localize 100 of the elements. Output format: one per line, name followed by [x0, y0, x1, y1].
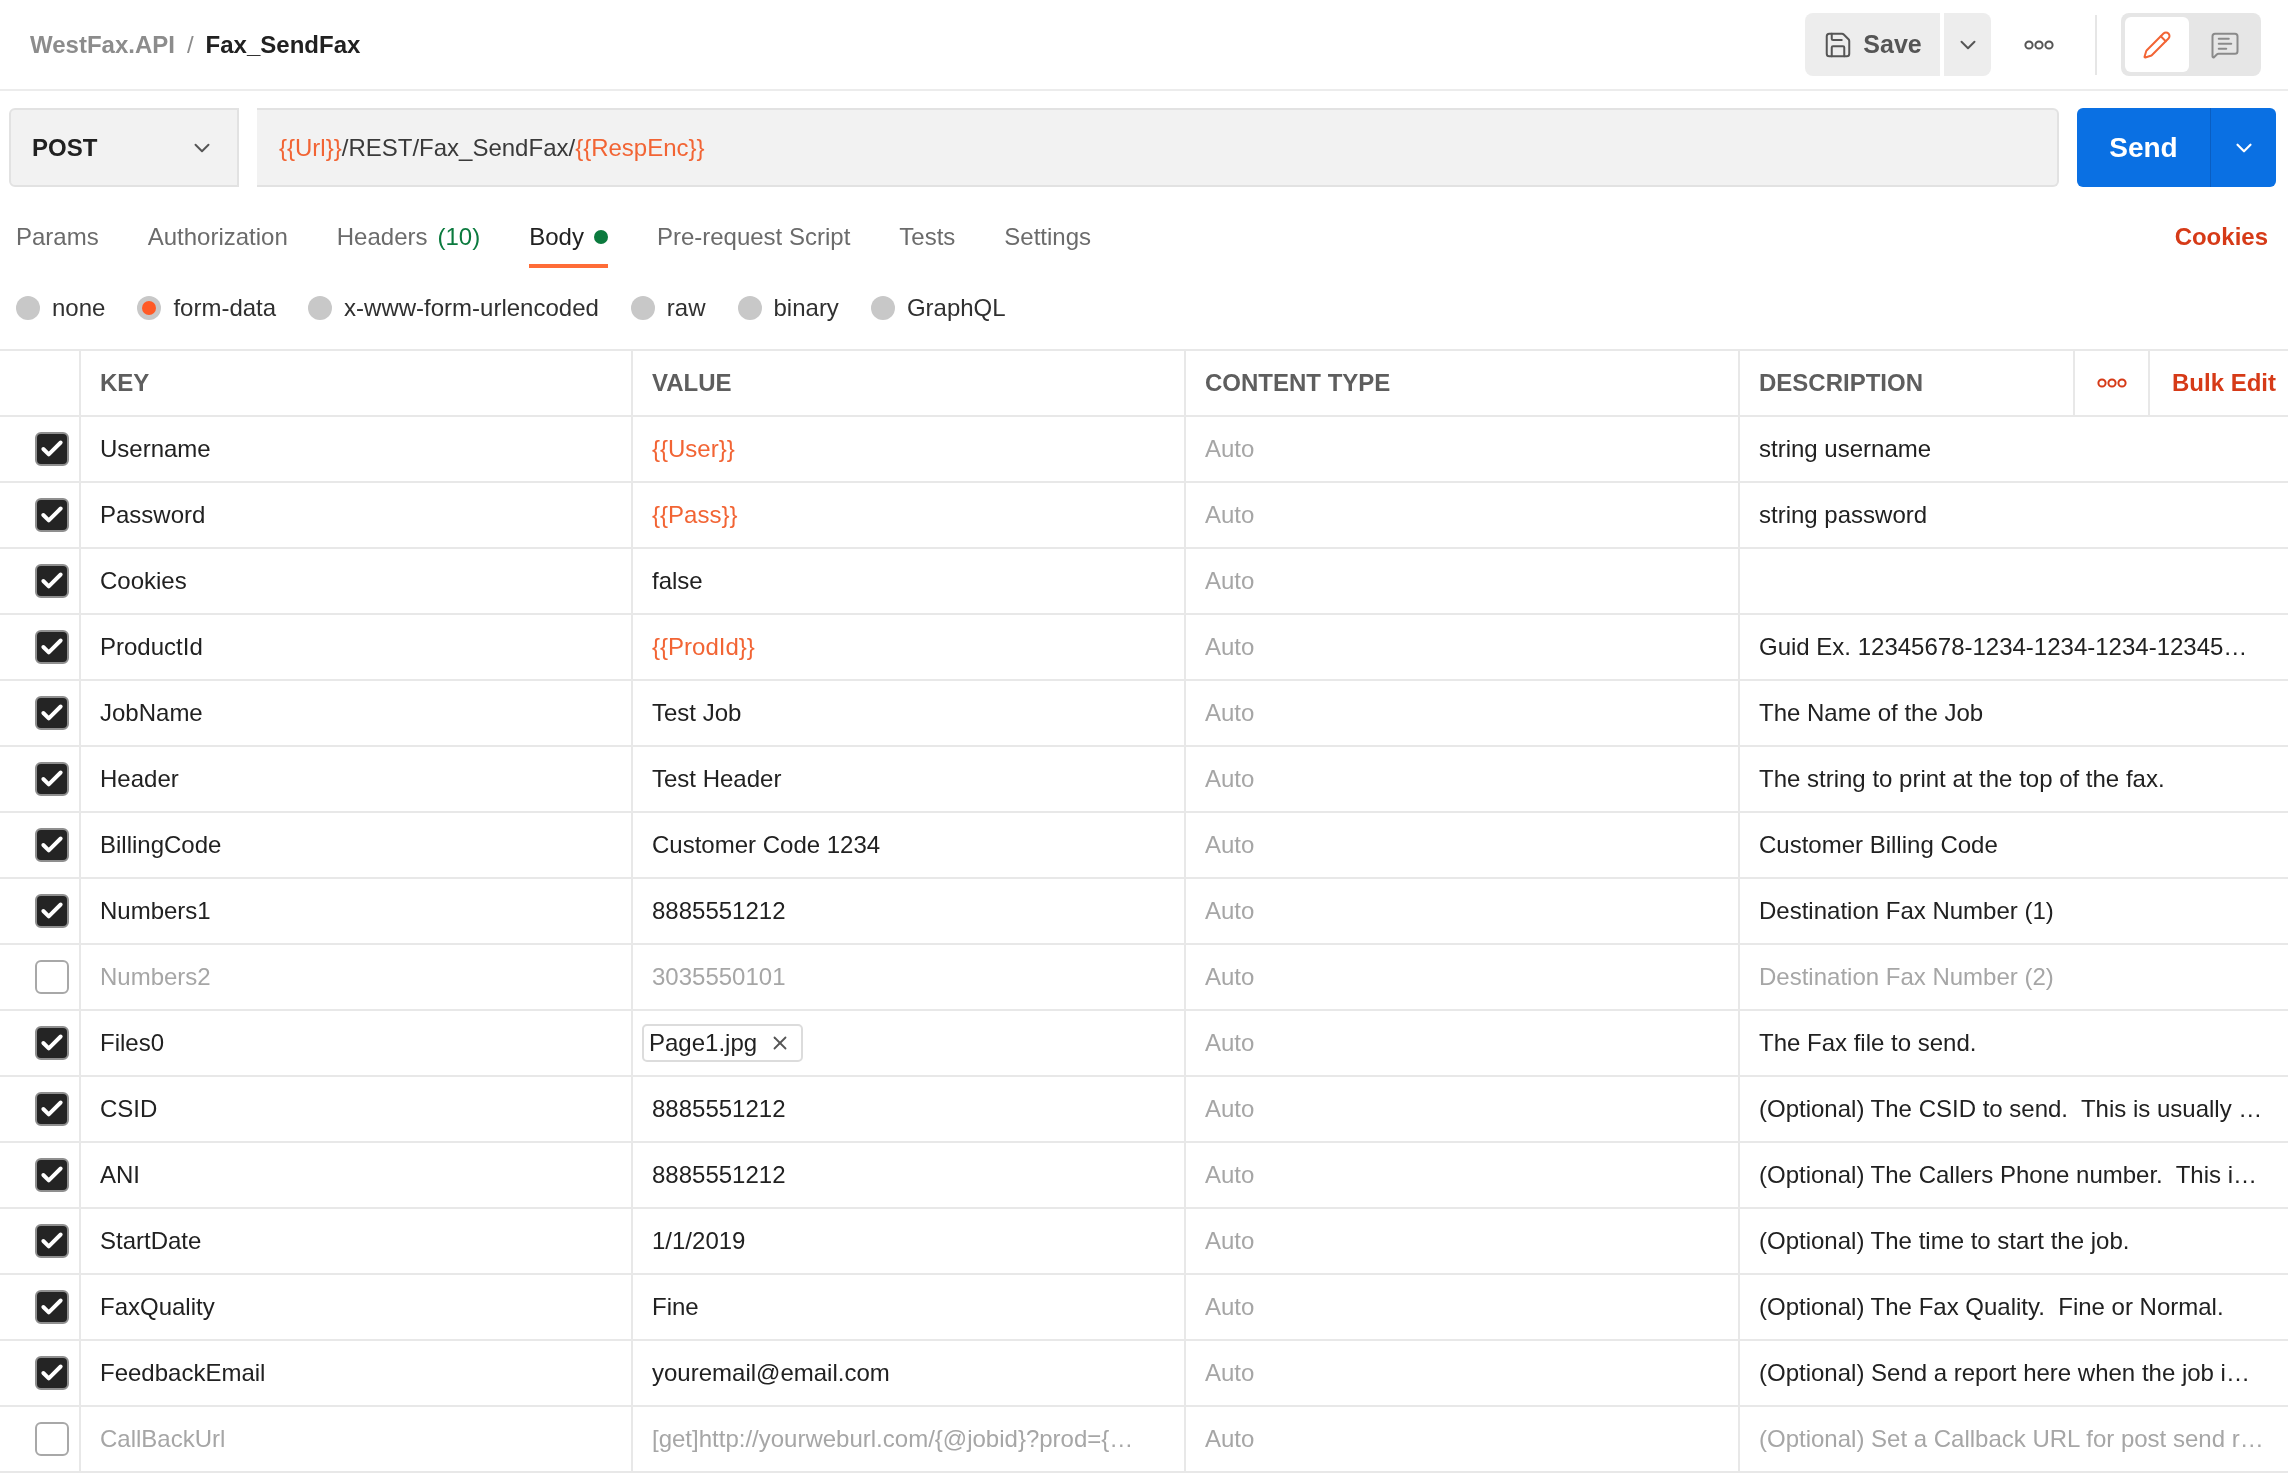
cookies-link[interactable]: Cookies — [2174, 222, 2268, 251]
checkbox[interactable] — [35, 762, 69, 796]
checkbox[interactable] — [35, 960, 69, 994]
table-cell-text: The Fax file to send. — [1758, 1028, 1978, 1058]
table-cell-text: (Optional) The Fax Quality. Fine or Normal. — [1758, 1292, 2225, 1322]
save-button[interactable]: Save — [1805, 13, 1940, 76]
ellipsis-icon — [2024, 39, 2054, 50]
radio-label[interactable]: binary — [773, 294, 839, 322]
table-cell: Auto — [1186, 1143, 1740, 1207]
table-cell: 8885551212 — [633, 1077, 1186, 1141]
table-cell-text: The Name of the Job — [1758, 698, 1985, 728]
table-cell: Auto — [1186, 1341, 1740, 1405]
table-cell: Numbers2 — [81, 945, 633, 1009]
table-cell-text: Destination Fax Number (1) — [1758, 896, 2055, 926]
radio-button[interactable] — [630, 296, 655, 320]
checkbox[interactable] — [35, 828, 69, 862]
tab[interactable]: Headers (10) — [336, 205, 481, 268]
table-cell: false — [633, 549, 1186, 613]
table-cell-text: (Optional) Send a report here when the job i… — [1758, 1358, 2251, 1388]
checkbox[interactable] — [35, 1224, 69, 1258]
table-cell: FeedbackEmail — [81, 1341, 633, 1405]
table-cell: StartDate — [81, 1209, 633, 1273]
tab[interactable]: Body — [529, 205, 608, 268]
radio-label[interactable]: x-www-form-urlencoded — [344, 294, 599, 322]
table-cell: 8885551212 — [633, 1143, 1186, 1207]
table-cell: Auto — [1186, 945, 1740, 1009]
table-cell: Auto — [1186, 615, 1740, 679]
column-header: VALUE — [633, 351, 1186, 415]
table-cell-text: Customer Billing Code — [1758, 830, 1999, 860]
radio-label[interactable]: form-data — [173, 294, 277, 322]
radio-label[interactable]: raw — [666, 294, 706, 322]
column-header: KEY — [81, 351, 633, 415]
table-cell-text: (Optional) The CSID to send. This is usually … — [1758, 1094, 2264, 1124]
table-cell: Auto — [1186, 483, 1740, 547]
table-cell-text: string password — [1758, 500, 1929, 530]
table-cell: Auto — [1186, 747, 1740, 811]
url-field[interactable]: {{Url}}/REST/Fax_SendFax/{{RespEnc}} — [257, 108, 2059, 187]
table-cell: Fine — [633, 1275, 1186, 1339]
table-cell: 3035550101 — [633, 945, 1186, 1009]
tab[interactable]: Tests — [899, 205, 956, 268]
table-cell: [get]http://yourweburl.com/{@jobid}?prod={… — [633, 1407, 1186, 1471]
table-cell: JobName — [81, 681, 633, 745]
table-cell: Auto — [1186, 1275, 1740, 1339]
bulk-edit-button[interactable]: Bulk Edit — [2172, 369, 2276, 397]
checkbox[interactable] — [35, 564, 69, 598]
column-header: DESCRIPTION — [1740, 351, 2075, 415]
edit-mode-button[interactable] — [2125, 17, 2189, 72]
radio-button[interactable] — [16, 296, 40, 320]
column-header: CONTENT TYPE — [1186, 351, 1740, 415]
radio-button[interactable] — [137, 296, 162, 320]
tab[interactable]: Settings — [1004, 205, 1092, 268]
method-dropdown[interactable]: POST — [9, 108, 239, 187]
table-cell: Customer Code 1234 — [633, 813, 1186, 877]
checkbox[interactable] — [35, 1422, 69, 1456]
tab[interactable]: Pre-request Script — [656, 205, 851, 268]
checkbox[interactable] — [35, 696, 69, 730]
table-cell: Auto — [1186, 813, 1740, 877]
table-cell-text: (Optional) The Callers Phone number. This i… — [1758, 1160, 2258, 1190]
table-cell: Numbers1 — [81, 879, 633, 943]
table-cell: Cookies — [81, 549, 633, 613]
table-cell: Auto — [1186, 1407, 1740, 1471]
table-cell: {{User}} — [633, 417, 1186, 481]
table-cell-text: (Optional) The time to start the job. — [1758, 1226, 2131, 1256]
breadcrumb-separator: / — [186, 30, 194, 59]
checkbox[interactable] — [35, 432, 69, 466]
radio-button[interactable] — [870, 296, 895, 320]
table-cell: Auto — [1186, 1077, 1740, 1141]
tab[interactable]: Authorization — [147, 205, 288, 268]
checkbox[interactable] — [35, 630, 69, 664]
checkbox[interactable] — [35, 1092, 69, 1126]
breadcrumb-link[interactable]: WestFax.API — [30, 30, 175, 59]
ellipsis-icon — [2096, 378, 2127, 388]
table-cell: ANI — [81, 1143, 633, 1207]
send-button[interactable]: Send — [2077, 108, 2211, 187]
radio-button[interactable] — [737, 296, 762, 320]
table-cell: Auto — [1186, 1209, 1740, 1273]
checkbox[interactable] — [35, 1158, 69, 1192]
checkbox[interactable] — [35, 1356, 69, 1390]
radio-button[interactable] — [308, 296, 333, 320]
checkbox[interactable] — [35, 1290, 69, 1324]
table-cell: Auto — [1186, 549, 1740, 613]
request-title: Fax_SendFax — [205, 30, 361, 59]
table-cell: 1/1/2019 — [633, 1209, 1186, 1273]
radio-label[interactable]: GraphQL — [906, 294, 1006, 322]
table-cell: Auto — [1186, 1011, 1740, 1075]
checkbox[interactable] — [35, 894, 69, 928]
table-cell: CSID — [81, 1077, 633, 1141]
table-cell: CallBackUrl — [81, 1407, 633, 1471]
table-cell: 8885551212 — [633, 879, 1186, 943]
table-cell-text: The string to print at the top of the fax. — [1758, 764, 2166, 794]
table-cell: Auto — [1186, 417, 1740, 481]
checkbox[interactable] — [35, 498, 69, 532]
table-cell: Password — [81, 483, 633, 547]
status-dot-icon — [593, 229, 608, 244]
table-cell-text: (Optional) Set a Callback URL for post send r… — [1758, 1424, 2265, 1454]
checkbox[interactable] — [35, 1026, 69, 1060]
table-cell: BillingCode — [81, 813, 633, 877]
tab[interactable]: Params — [16, 205, 99, 268]
radio-label[interactable]: none — [52, 294, 106, 322]
table-cell-text: string username — [1758, 434, 1933, 464]
